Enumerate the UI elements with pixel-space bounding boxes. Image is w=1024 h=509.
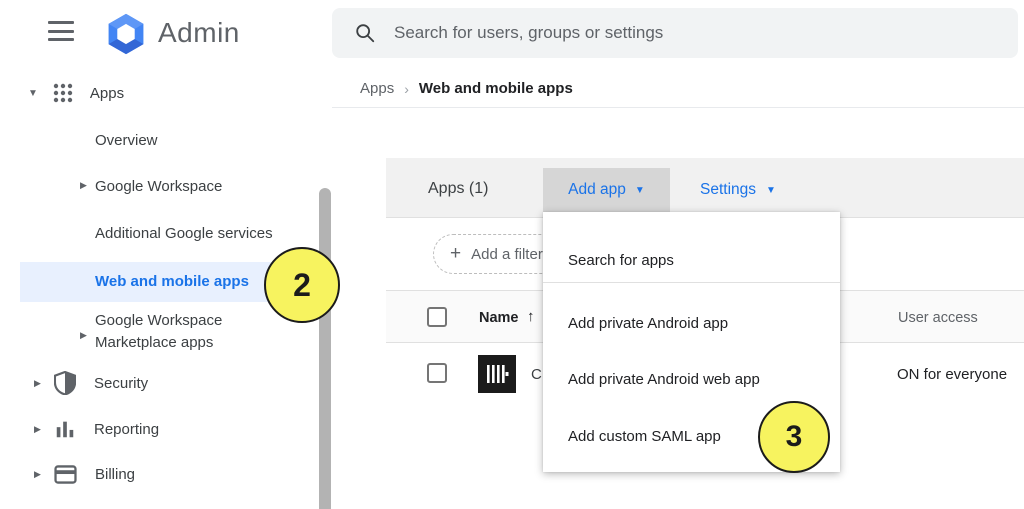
sidebar-item-google-workspace[interactable]: Google Workspace — [95, 178, 222, 195]
chevron-right-icon[interactable]: ▶ — [34, 424, 54, 435]
sidebar-scrollbar[interactable] — [319, 188, 331, 509]
chevron-down-icon: ▼ — [635, 185, 645, 196]
column-header-user-access[interactable]: User access — [898, 310, 978, 326]
chevron-right-icon[interactable]: ▶ — [80, 180, 87, 191]
chevron-down-icon: ▼ — [766, 185, 776, 196]
breadcrumb-separator-icon: › — [404, 81, 409, 97]
apps-count-label: Apps (1) — [428, 180, 488, 198]
sidebar-item-label: Reporting — [94, 421, 159, 438]
breadcrumb-current: Web and mobile apps — [419, 80, 573, 97]
menu-item-search-for-apps[interactable]: Search for apps — [568, 252, 674, 269]
sort-ascending-icon[interactable]: ↑ — [527, 308, 535, 325]
add-filter-label: Add a filter — [471, 246, 543, 263]
sidebar-item-label: Security — [94, 375, 148, 392]
breadcrumb-parent[interactable]: Apps — [360, 80, 394, 97]
sidebar-section-label: Apps — [90, 85, 124, 102]
app-logo-icon — [478, 355, 516, 393]
user-access-value: ON for everyone — [897, 366, 1007, 383]
select-all-checkbox[interactable] — [427, 307, 447, 327]
chevron-right-icon[interactable]: ▶ — [34, 378, 54, 389]
settings-label: Settings — [700, 181, 756, 199]
credit-card-icon — [54, 465, 77, 484]
menu-item-add-custom-saml-app[interactable]: Add custom SAML app — [568, 428, 721, 445]
google-admin-logo-icon — [103, 12, 149, 56]
sidebar-item-reporting[interactable]: ▶ Reporting — [34, 418, 159, 440]
sidebar-item-additional-google-services[interactable]: Additional Google services — [95, 225, 273, 242]
annotation-step-2: 2 — [264, 247, 340, 323]
sidebar-item-security[interactable]: ▶ Security — [34, 371, 148, 395]
menu-item-add-private-android-web-app[interactable]: Add private Android web app — [568, 371, 760, 388]
search-icon — [354, 22, 376, 44]
sidebar-section-apps[interactable]: ▼ Apps — [28, 82, 124, 104]
sidebar-item-label: Billing — [95, 466, 135, 483]
add-app-label: Add app — [568, 181, 626, 199]
breadcrumb: Apps › Web and mobile apps — [360, 80, 573, 97]
app-name[interactable]: C — [531, 366, 542, 383]
bar-chart-icon — [54, 418, 76, 440]
menu-divider — [543, 282, 840, 283]
brand-title: Admin — [158, 17, 240, 49]
row-checkbox[interactable] — [427, 363, 447, 383]
chevron-right-icon[interactable]: ▶ — [34, 469, 54, 480]
apps-grid-icon — [52, 82, 74, 104]
sidebar-item-billing[interactable]: ▶ Billing — [34, 465, 135, 484]
search-input[interactable] — [394, 23, 954, 43]
divider — [332, 107, 1024, 108]
menu-item-add-private-android-app[interactable]: Add private Android app — [568, 315, 728, 332]
column-header-name[interactable]: Name — [479, 310, 519, 326]
shield-icon — [54, 371, 76, 395]
plus-icon: + — [450, 243, 461, 265]
settings-button[interactable]: Settings ▼ — [700, 168, 776, 212]
sidebar-item-marketplace-apps[interactable]: Google Workspace Marketplace apps — [95, 310, 271, 354]
annotation-step-3: 3 — [758, 401, 830, 473]
global-search-bar[interactable] — [332, 8, 1018, 58]
chevron-down-icon[interactable]: ▼ — [28, 88, 38, 99]
add-app-button[interactable]: Add app ▼ — [543, 168, 670, 212]
sidebar-item-web-and-mobile-apps[interactable]: Web and mobile apps — [95, 273, 249, 290]
sidebar-item-overview[interactable]: Overview — [95, 132, 158, 149]
chevron-right-icon[interactable]: ▶ — [80, 330, 87, 341]
hamburger-menu-icon[interactable] — [48, 21, 74, 41]
